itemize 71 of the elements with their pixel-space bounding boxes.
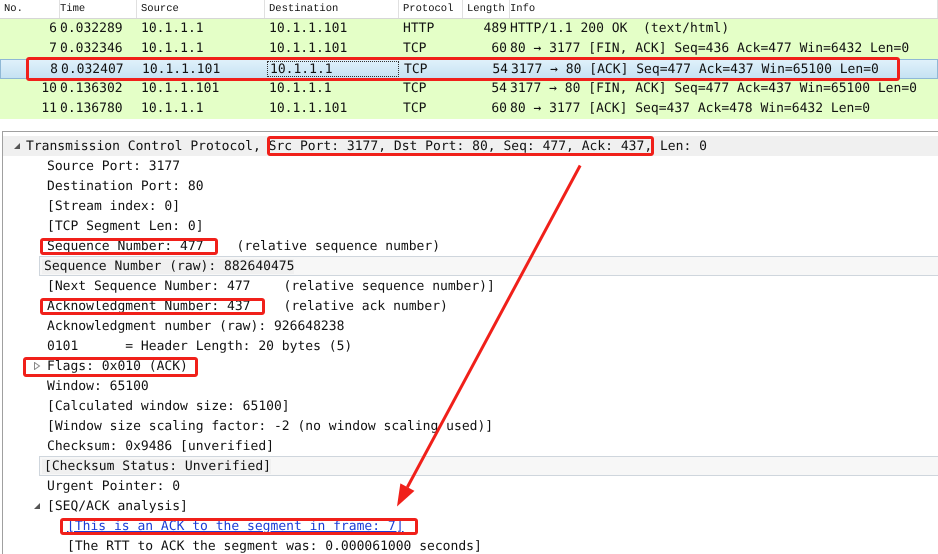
- tree-item-text[interactable]: [SEQ/ACK analysis]: [47, 498, 188, 514]
- collapse-triangle-icon[interactable]: [13, 142, 21, 150]
- table-cell-text: 0.032346: [60, 40, 124, 58]
- tree-item-text[interactable]: 0101 = Header Length: 20 bytes (5): [47, 338, 352, 354]
- tree-item-text[interactable]: Transmission Control Protocol, Src Port: 3177, Dst Port: 80, Seq: 477, Ack: 437, Len: 0: [24, 138, 707, 154]
- table-cell-text: 80 → 3177 [FIN, ACK] Seq=436 Ack=477 Win=6432 Len=0: [510, 40, 910, 58]
- tree-item-text[interactable]: Urgent Pointer: 0: [47, 478, 180, 494]
- table-cell-text: 80 → 3177 [ACK] Seq=437 Ack=478 Win=6432 Len=0: [510, 100, 872, 118]
- table-cell-text: TCP: [402, 80, 428, 98]
- column-header[interactable]: Destination: [265, 0, 399, 18]
- tree-item-text[interactable]: Flags: 0x010 (ACK): [47, 358, 188, 374]
- table-cell-text: 11: [40, 100, 58, 118]
- tree-item-text[interactable]: Sequence Number (raw): 882640475: [42, 258, 294, 274]
- table-cell-text: 10.1.1.1: [140, 100, 205, 118]
- packet-row[interactable]: 11 0.136780 10.1.1.1 10.1.1.101 TCP 60 80 → 3177 [ACK] Seq=437 Ack=478 Win=6432 Len=0: [0, 99, 938, 119]
- tree-item-note: (relative sequence number): [236, 238, 440, 254]
- column-header[interactable]: Time: [60, 0, 137, 18]
- packet-row[interactable]: 8 0.032407 10.1.1.101 10.1.1.1 TCP 54 3177 → 80 [ACK] Seq=477 Ack=437 Win=65100 Len=0: [0, 59, 938, 79]
- table-cell-text: 54: [491, 61, 509, 78]
- column-header[interactable]: Length: [463, 0, 510, 18]
- table-cell-text: 8: [49, 61, 59, 78]
- tree-item-text[interactable]: [Next Sequence Number: 477: [47, 278, 250, 294]
- column-header[interactable]: No.: [0, 0, 60, 18]
- table-cell-text: 7: [48, 40, 58, 58]
- tree-item-text[interactable]: [Stream index: 0]: [47, 198, 180, 214]
- tree-item-text[interactable]: Source Port: 3177: [47, 158, 180, 174]
- packet-row[interactable]: 10 0.136302 10.1.1.101 10.1.1.1 TCP 54 3177 → 80 [FIN, ACK] Seq=477 Ack=437 Win=65100 Len=0: [0, 79, 938, 99]
- column-header[interactable]: Protocol: [399, 0, 463, 18]
- column-header[interactable]: Info: [510, 0, 938, 18]
- table-cell-text: HTTP/1.1 200 OK (text/html): [510, 20, 730, 38]
- table-cell-text: 0.032407: [61, 61, 125, 78]
- table-cell-text: 0.032289: [60, 20, 124, 38]
- tree-item-text[interactable]: Acknowledgment number (raw): 926648238: [47, 318, 344, 334]
- table-cell-text: TCP: [403, 61, 428, 78]
- tree-item-text[interactable]: [Checksum Status: Unverified]: [42, 458, 271, 474]
- tree-item-text[interactable]: [TCP Segment Len: 0]: [47, 218, 204, 234]
- packet-row[interactable]: 6 0.032289 10.1.1.1 10.1.1.101 HTTP 489 HTTP/1.1 200 OK (text/html): [0, 19, 938, 39]
- table-cell-text: TCP: [402, 100, 428, 118]
- table-cell-text: 60: [490, 40, 508, 58]
- packet-row[interactable]: 7 0.032346 10.1.1.1 10.1.1.101 TCP 60 80 → 3177 [FIN, ACK] Seq=436 Ack=477 Win=6432 Len=0: [0, 39, 938, 59]
- table-cell-text: 10: [40, 80, 58, 98]
- table-cell-text: 6: [48, 20, 58, 38]
- table-cell-text: 10.1.1.1: [140, 40, 205, 58]
- column-header[interactable]: Source: [137, 0, 265, 18]
- table-cell-text: TCP: [402, 40, 428, 58]
- table-cell-text: 10.1.1.1: [268, 80, 333, 98]
- table-cell-text: 489: [482, 20, 508, 38]
- table-cell: 10.1.1.1: [266, 60, 400, 78]
- tree-item-text[interactable]: [Window size scaling factor: -2 (no window scaling used)]: [47, 418, 494, 434]
- table-cell-text: 0.136302: [60, 80, 124, 98]
- table-cell-text: 3177 → 80 [FIN, ACK] Seq=477 Ack=437 Win=65100 Len=0: [510, 80, 918, 98]
- tree-item-text[interactable]: Checksum: 0x9486 [unverified]: [47, 438, 274, 454]
- table-cell-text: 10.1.1.1: [140, 20, 205, 38]
- tree-item-text[interactable]: Window: 65100: [47, 378, 149, 394]
- table-cell-text: HTTP: [402, 20, 436, 38]
- table-cell-text: 10.1.1.101: [268, 40, 348, 58]
- table-cell-text: 3177 → 80 [ACK] Seq=477 Ack=437 Win=65100 Len=0: [511, 61, 880, 78]
- table-cell-text: 10.1.1.101: [140, 80, 220, 98]
- table-cell-text: 0.136780: [60, 100, 124, 118]
- tree-item-text[interactable]: [Calculated window size: 65100]: [47, 398, 290, 414]
- table-cell-text: 10.1.1.101: [141, 61, 222, 78]
- table-cell-text: 54: [490, 80, 508, 98]
- tree-item-text[interactable]: [The RTT to ACK the segment was: 0.000061000 seconds]: [67, 538, 482, 554]
- collapse-triangle-icon[interactable]: [33, 502, 41, 510]
- table-cell-text: 10.1.1.101: [268, 100, 348, 118]
- expand-triangle-icon[interactable]: [33, 362, 41, 370]
- tree-item-note: (relative ack number): [284, 298, 448, 314]
- tree-item-note: (relative sequence number)]: [284, 278, 495, 294]
- table-cell-text: 60: [490, 100, 508, 118]
- table-cell-text: 10.1.1.101: [268, 20, 348, 38]
- tree-item-text[interactable]: Destination Port: 80: [47, 178, 204, 194]
